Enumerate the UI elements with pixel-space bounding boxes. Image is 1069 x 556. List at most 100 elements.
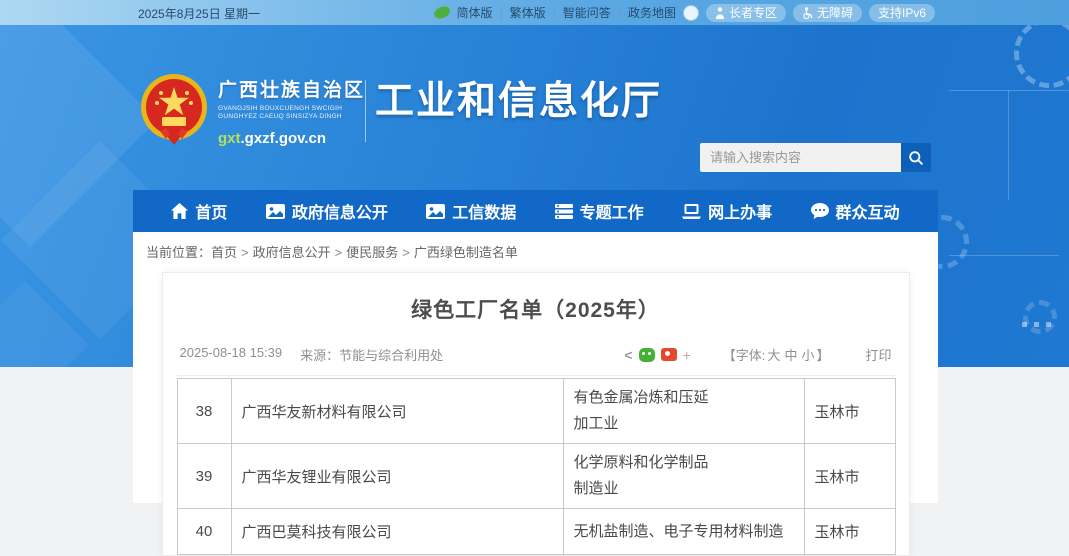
breadcrumb-green-manufacturing-list[interactable]: 广西绿色制造名单 [414, 245, 518, 260]
site-url-prefix: gxt [218, 130, 241, 147]
elder-zone-button[interactable]: 长者专区 [706, 4, 786, 22]
divider: | [500, 6, 503, 20]
cell-row-number: 39 [177, 444, 231, 509]
table-row: 38 广西华友新材料有限公司 有色金属冶炼和压延 加工业 玉林市 [177, 379, 895, 444]
site-url-suffix: .gxzf.gov.cn [241, 130, 327, 147]
nav-item-home[interactable]: 首页 [171, 199, 227, 223]
current-date: 2025年8月25日 星期一 [138, 5, 260, 22]
breadcrumb: 当前位置：首页>政府信息公开>便民服务>广西绿色制造名单 [133, 232, 938, 269]
cell-city: 玉林市 [804, 509, 895, 555]
font-size-small[interactable]: 小 [801, 348, 814, 363]
article-meta-right: < + 【字体:大中小】 打印 [624, 345, 891, 364]
breadcrumb-home[interactable]: 首页 [211, 245, 237, 260]
breadcrumb-separator: > [335, 245, 343, 260]
deco-circuit-line [949, 255, 1059, 256]
stack-icon [555, 204, 573, 219]
font-size-widget: 【字体:大中小】 [723, 345, 830, 364]
page-content: 当前位置：首页>政府信息公开>便民服务>广西绿色制造名单 绿色工厂名单（2025… [133, 232, 938, 503]
site-name-block: 广西壮族自治区 GVANGJSIH BOUXCUENGH SWCIGIH GUN… [218, 75, 365, 147]
article-title: 绿色工厂名单（2025年） [177, 294, 895, 324]
breadcrumb-prefix: 当前位置： [146, 245, 211, 260]
deco-circuit-line [949, 90, 1069, 91]
green-leaf-icon [432, 5, 450, 20]
search-box [700, 143, 931, 172]
cell-city: 玉林市 [804, 379, 895, 444]
font-widget-suffix: 】 [816, 348, 829, 363]
breadcrumb-separator: > [241, 245, 249, 260]
nav-label: 首页 [195, 199, 227, 223]
font-widget-prefix: 【字体: [723, 348, 766, 363]
divider: | [553, 6, 556, 20]
nav-item-special-topics[interactable]: 专题工作 [555, 199, 644, 223]
share-icon[interactable]: < [624, 347, 632, 363]
print-button[interactable]: 打印 [865, 345, 891, 364]
nav-item-info-disclosure[interactable]: 政府信息公开 [266, 199, 388, 223]
cell-row-number: 38 [177, 379, 231, 444]
chat-icon [811, 203, 829, 219]
region-name: 广西壮族自治区 [218, 75, 365, 102]
search-input[interactable] [700, 143, 901, 172]
article-source: 来源：节能与综合利用处 [300, 345, 443, 364]
cell-row-number: 40 [177, 509, 231, 555]
cell-company-name: 广西巴莫科技有限公司 [231, 509, 563, 555]
home-icon [171, 203, 188, 219]
breadcrumb-separator: > [402, 245, 410, 260]
laptop-icon [682, 204, 701, 219]
elder-zone-label: 长者专区 [729, 4, 777, 21]
department-title: 工业和信息化厅 [375, 70, 662, 126]
publish-date: 2025-08-18 15:39 [180, 345, 283, 364]
breadcrumb-convenience-services[interactable]: 便民服务 [346, 245, 398, 260]
deco-circuit-line [1008, 90, 1009, 200]
link-gov-map[interactable]: 政务地图 [628, 4, 676, 21]
weibo-share-icon[interactable] [661, 348, 677, 361]
top-utility-bar: 2025年8月25日 星期一 简体版 | 繁体版 | 智能问答 | 政务地图 长… [0, 0, 1069, 25]
more-share-icon[interactable]: + [683, 347, 691, 363]
zhuang-romanization: GVANGJSIH BOUXCUENGH SWCIGIH GUNGHYEZ CA… [218, 105, 365, 121]
gear-icon [1014, 18, 1069, 88]
link-smart-qa[interactable]: 智能问答 [563, 4, 611, 21]
nav-label: 工信数据 [452, 199, 516, 223]
nav-item-online-services[interactable]: 网上办事 [682, 199, 772, 223]
font-size-medium[interactable]: 中 [784, 348, 797, 363]
ipv6-badge[interactable]: 支持IPv6 [869, 4, 935, 22]
divider: | [618, 6, 621, 20]
accessibility-button[interactable]: 无障碍 [793, 4, 862, 22]
article-meta: 2025-08-18 15:39 来源：节能与综合利用处 < + 【字体:大中小… [177, 345, 895, 376]
link-traditional-chinese[interactable]: 繁体版 [510, 4, 546, 21]
ipv6-label: 支持IPv6 [878, 4, 926, 21]
cell-company-name: 广西华友锂业有限公司 [231, 444, 563, 509]
font-size-large[interactable]: 大 [767, 348, 780, 363]
link-simplified-chinese[interactable]: 简体版 [457, 4, 493, 21]
nav-label: 专题工作 [580, 199, 644, 223]
cell-industry: 化学原料和化学制品 制造业 [563, 444, 804, 509]
nav-item-industry-data[interactable]: 工信数据 [426, 199, 516, 223]
site-url[interactable]: gxt.gxzf.gov.cn [218, 130, 365, 147]
breadcrumb-info-disclosure[interactable]: 政府信息公开 [253, 245, 331, 260]
cell-company-name: 广西华友新材料有限公司 [231, 379, 563, 444]
nav-label: 政府信息公开 [292, 199, 388, 223]
site-header: 广西壮族自治区 GVANGJSIH BOUXCUENGH SWCIGIH GUN… [133, 25, 938, 190]
zhuang-line2: GUNGHYEZ CAEUQ SINSIZYA DINGH [218, 113, 365, 121]
share-icons: < + [624, 347, 690, 363]
site-badge-icon[interactable] [683, 5, 699, 21]
green-factory-table: 38 广西华友新材料有限公司 有色金属冶炼和压延 加工业 玉林市 39 广西华友… [177, 378, 896, 555]
search-icon [908, 150, 924, 166]
cell-industry: 无机盐制造、电子专用材料制造 [563, 509, 804, 555]
picture-icon [266, 204, 285, 219]
wechat-share-icon[interactable] [639, 348, 655, 362]
elder-person-icon [715, 7, 725, 19]
national-emblem-logo [140, 73, 208, 149]
nav-item-public-interaction[interactable]: 群众互动 [811, 199, 900, 223]
main-navigation: 首页 政府信息公开 工信数据 专题工作 网上办事 群众互动 [133, 190, 938, 232]
search-button[interactable] [901, 143, 931, 172]
table-row: 40 广西巴莫科技有限公司 无机盐制造、电子专用材料制造 玉林市 [177, 509, 895, 555]
article-meta-left: 2025-08-18 15:39 来源：节能与综合利用处 [180, 345, 444, 364]
nav-label: 网上办事 [708, 199, 772, 223]
zhuang-line1: GVANGJSIH BOUXCUENGH SWCIGIH [218, 105, 365, 113]
cell-industry: 有色金属冶炼和压延 加工业 [563, 379, 804, 444]
picture-icon [426, 204, 445, 219]
nav-label: 群众互动 [836, 199, 900, 223]
table-row: 39 广西华友锂业有限公司 化学原料和化学制品 制造业 玉林市 [177, 444, 895, 509]
accessibility-label: 无障碍 [817, 4, 853, 21]
cell-city: 玉林市 [804, 444, 895, 509]
